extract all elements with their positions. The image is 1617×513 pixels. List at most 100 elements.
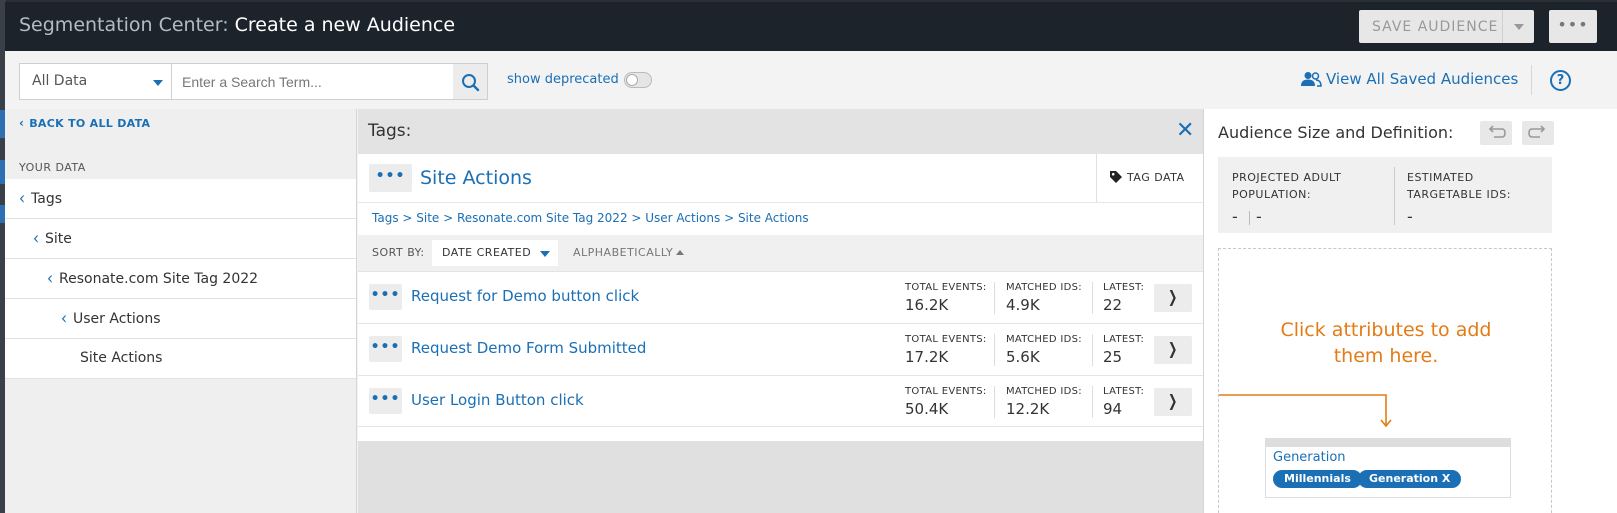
row-open-button[interactable]: ❯	[1154, 388, 1192, 416]
undo-button[interactable]	[1480, 121, 1512, 145]
chevron-right-icon: ❯	[1168, 391, 1178, 410]
tag-data-label: TAG DATA	[1127, 171, 1185, 184]
toggle-knob	[626, 74, 638, 86]
targetable-ids-value: -	[1407, 207, 1413, 226]
create-audience-modal: Segmentation Center: Create a new Audien…	[5, 2, 1617, 513]
row-name[interactable]: User Login Button click	[411, 391, 584, 409]
attribute-pill: Millennials	[1273, 470, 1362, 488]
close-icon[interactable]: ✕	[1176, 120, 1194, 142]
tree-node-label: Resonate.com Site Tag 2022	[59, 271, 259, 287]
tags-panel-header: Tags: ✕	[358, 109, 1203, 154]
chevron-left-icon: ‹	[19, 187, 25, 209]
table-row[interactable]: ••• Request for Demo button click TOTAL …	[358, 271, 1203, 323]
sort-alphabetically-button[interactable]: ALPHABETICALLY	[573, 246, 685, 259]
total-events-label: TOTAL EVENTS:	[905, 386, 987, 397]
attribute-drop-zone[interactable]: Click attributes to add them here. Gener…	[1218, 248, 1552, 513]
tree-node-user-actions[interactable]: ‹ User Actions	[5, 299, 356, 339]
example-attribute-title: Generation	[1273, 450, 1346, 465]
more-options-button[interactable]: •••	[1549, 10, 1597, 43]
stat-divider	[1092, 282, 1093, 314]
row-name[interactable]: Request for Demo button click	[411, 287, 639, 305]
data-filter-value: All Data	[32, 73, 88, 89]
row-open-button[interactable]: ❯	[1154, 284, 1192, 312]
help-icon[interactable]: ?	[1550, 70, 1571, 91]
search-toolbar: All Data show deprecated View All Saved …	[5, 51, 1617, 109]
save-audience-button[interactable]: SAVE AUDIENCE	[1359, 10, 1534, 43]
table-row[interactable]: ••• User Login Button click TOTAL EVENTS…	[358, 375, 1203, 427]
latest-value: 25	[1103, 348, 1123, 366]
your-data-heading: YOUR DATA	[19, 161, 86, 174]
toolbar-divider	[1531, 65, 1532, 95]
sort-desc-icon	[540, 251, 550, 257]
total-events-value: 16.2K	[905, 296, 949, 314]
row-options-button[interactable]: •••	[369, 336, 402, 362]
latest-value: 22	[1103, 296, 1123, 314]
show-deprecated-toggle[interactable]	[624, 72, 652, 88]
group-options-button[interactable]: •••	[369, 164, 412, 192]
matched-ids-value: 5.6K	[1006, 348, 1040, 366]
stat-divider	[994, 334, 995, 366]
data-filter-select[interactable]: All Data	[19, 63, 172, 100]
projected-population-value-a: -	[1232, 207, 1238, 226]
search-button[interactable]	[453, 63, 488, 100]
tree-node-label: Site	[45, 231, 72, 247]
tree-node-label: Tags	[31, 191, 62, 207]
tree-node-site[interactable]: ‹ Site	[5, 219, 356, 259]
matched-ids-label: MATCHED IDS:	[1006, 282, 1082, 293]
card-header-bar	[1266, 439, 1510, 447]
sort-by-label: SORT BY:	[372, 246, 425, 259]
stat-divider	[1092, 334, 1093, 366]
matched-ids-label: MATCHED IDS:	[1006, 334, 1082, 345]
sort-alpha-label: ALPHABETICALLY	[573, 246, 674, 259]
matched-ids-value: 4.9K	[1006, 296, 1040, 314]
stat-divider	[1092, 386, 1093, 418]
stat-divider	[994, 282, 995, 314]
chevron-left-icon: ‹	[19, 116, 25, 130]
breadcrumb[interactable]: Tags > Site > Resonate.com Site Tag 2022…	[358, 202, 1203, 235]
sort-bar: SORT BY: DATE CREATED ALPHABETICALLY	[358, 235, 1203, 271]
latest-label: LATEST:	[1103, 386, 1145, 397]
total-events-value: 50.4K	[905, 400, 949, 418]
row-options-button[interactable]: •••	[369, 284, 402, 310]
chevron-right-icon: ❯	[1168, 287, 1178, 306]
chevron-left-icon: ‹	[33, 227, 39, 249]
tree-node-resonate-site-tag[interactable]: ‹ Resonate.com Site Tag 2022	[5, 259, 356, 299]
audience-size-box: PROJECTED ADULT POPULATION: - - ESTIMATE…	[1218, 157, 1552, 233]
save-options-dropdown[interactable]	[1502, 10, 1534, 43]
stat-divider	[994, 386, 995, 418]
table-row[interactable]: ••• Request Demo Form Submitted TOTAL EV…	[358, 323, 1203, 375]
title-text: Create a new Audience	[234, 14, 456, 36]
tree-node-site-actions[interactable]: Site Actions	[5, 339, 356, 379]
tag-icon	[1110, 171, 1122, 183]
search-input[interactable]	[171, 63, 454, 100]
chevron-down-icon	[153, 80, 163, 86]
chevron-left-icon: ‹	[47, 267, 53, 289]
projected-population-label: PROJECTED ADULT POPULATION:	[1232, 171, 1342, 201]
chevron-down-icon	[1514, 24, 1524, 30]
chevron-left-icon: ‹	[61, 307, 67, 329]
view-all-saved-audiences-link[interactable]: View All Saved Audiences	[1300, 70, 1518, 88]
total-events-label: TOTAL EVENTS:	[905, 282, 987, 293]
row-name[interactable]: Request Demo Form Submitted	[411, 339, 646, 357]
sort-asc-icon	[676, 250, 685, 255]
audience-definition-panel: Audience Size and Definition: PROJECTED …	[1203, 109, 1617, 513]
sort-date-label: DATE CREATED	[442, 246, 532, 259]
row-open-button[interactable]: ❯	[1154, 336, 1192, 364]
view-all-label: View All Saved Audiences	[1326, 70, 1519, 88]
tags-panel-title: Tags:	[368, 121, 412, 141]
row-options-button[interactable]: •••	[369, 388, 402, 414]
undo-icon	[1488, 125, 1506, 138]
back-to-all-data-link[interactable]: ‹ BACK TO ALL DATA	[19, 116, 150, 130]
chevron-right-icon: ❯	[1168, 339, 1178, 358]
latest-value: 94	[1103, 400, 1123, 418]
tree-node-tags[interactable]: ‹ Tags	[5, 179, 356, 219]
page-title: Segmentation Center: Create a new Audien…	[19, 14, 455, 36]
total-events-label: TOTAL EVENTS:	[905, 334, 987, 345]
data-tree: ‹ Tags ‹ Site ‹ Resonate.com Site Tag 2022 …	[5, 179, 356, 379]
group-title: Site Actions	[420, 167, 532, 189]
redo-button[interactable]	[1522, 121, 1554, 145]
sort-date-created-button[interactable]: DATE CREATED	[432, 240, 558, 266]
example-attribute-card: Generation Millennials Generation X	[1265, 438, 1511, 498]
tag-data-button[interactable]: TAG DATA	[1096, 154, 1203, 202]
attribute-pill: Generation X	[1358, 470, 1462, 488]
